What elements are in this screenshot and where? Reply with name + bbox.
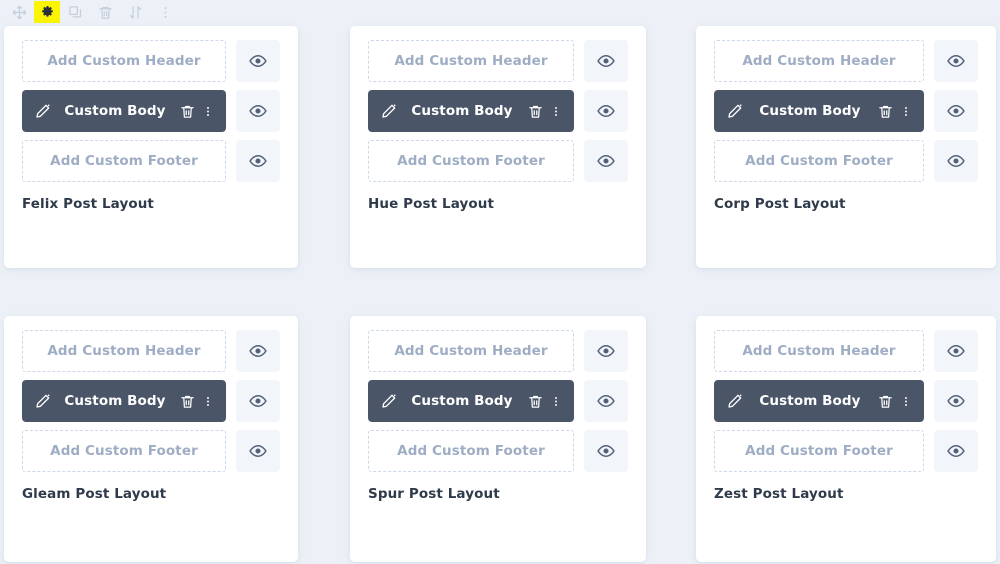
body-slot-row: Custom Body [22, 380, 280, 422]
footer-visibility-toggle[interactable] [934, 140, 978, 182]
pencil-icon[interactable] [726, 392, 744, 410]
delete-body-icon[interactable] [526, 102, 544, 120]
pencil-icon[interactable] [726, 102, 744, 120]
custom-body-label: Custom Body [64, 393, 166, 409]
body-slot-row: Custom Body [714, 380, 978, 422]
delete-body-icon[interactable] [178, 102, 196, 120]
pencil-icon[interactable] [34, 392, 52, 410]
header-slot-row: Add Custom Header [22, 40, 280, 82]
card-title: Corp Post Layout [714, 196, 846, 212]
footer-visibility-toggle[interactable] [584, 140, 628, 182]
body-visibility-toggle[interactable] [934, 380, 978, 422]
body-more-icon[interactable] [202, 102, 214, 120]
body-slot-row: Custom Body [368, 380, 628, 422]
card-title: Zest Post Layout [714, 486, 844, 502]
body-more-icon[interactable] [900, 392, 912, 410]
add-custom-header-button[interactable]: Add Custom Header [22, 40, 226, 82]
footer-visibility-toggle[interactable] [934, 430, 978, 472]
pencil-icon[interactable] [380, 102, 398, 120]
custom-body-slot[interactable]: Custom Body [368, 90, 574, 132]
footer-slot-row: Add Custom Footer [368, 430, 628, 472]
body-visibility-toggle[interactable] [934, 90, 978, 132]
footer-visibility-toggle[interactable] [236, 430, 280, 472]
add-custom-header-button[interactable]: Add Custom Header [714, 40, 924, 82]
layout-card[interactable]: Add Custom Header Custom Body Add Custom… [350, 26, 646, 268]
layout-card[interactable]: Add Custom Header Custom Body Add Custom… [696, 26, 996, 268]
layout-card[interactable]: Add Custom Header Custom Body Add Custom… [696, 316, 996, 562]
custom-body-label: Custom Body [411, 393, 513, 409]
layout-card[interactable]: Add Custom Header Custom Body Add Custom… [350, 316, 646, 562]
body-more-icon[interactable] [550, 102, 562, 120]
card-title: Spur Post Layout [368, 486, 500, 502]
trash-icon[interactable] [90, 1, 120, 23]
card-title: Felix Post Layout [22, 196, 154, 212]
delete-body-icon[interactable] [526, 392, 544, 410]
add-custom-footer-button[interactable]: Add Custom Footer [368, 140, 574, 182]
pencil-icon[interactable] [34, 102, 52, 120]
body-visibility-toggle[interactable] [236, 380, 280, 422]
sort-icon[interactable] [120, 1, 150, 23]
body-visibility-toggle[interactable] [584, 90, 628, 132]
delete-body-icon[interactable] [876, 392, 894, 410]
custom-body-label: Custom Body [759, 103, 861, 119]
add-custom-footer-button[interactable]: Add Custom Footer [22, 430, 226, 472]
layout-card-grid: Add Custom Header Custom Body Add Custom… [0, 24, 1000, 564]
pencil-icon[interactable] [380, 392, 398, 410]
footer-visibility-toggle[interactable] [584, 430, 628, 472]
layout-card[interactable]: Add Custom Header Custom Body Add Custom… [4, 26, 298, 268]
footer-slot-row: Add Custom Footer [22, 430, 280, 472]
custom-body-slot[interactable]: Custom Body [368, 380, 574, 422]
custom-body-slot[interactable]: Custom Body [22, 380, 226, 422]
header-slot-row: Add Custom Header [714, 330, 978, 372]
header-visibility-toggle[interactable] [584, 40, 628, 82]
body-more-icon[interactable] [550, 392, 562, 410]
duplicate-icon[interactable] [60, 1, 90, 23]
move-icon[interactable] [4, 1, 34, 23]
add-custom-footer-button[interactable]: Add Custom Footer [714, 140, 924, 182]
header-slot-row: Add Custom Header [368, 40, 628, 82]
header-slot-row: Add Custom Header [714, 40, 978, 82]
add-custom-footer-button[interactable]: Add Custom Footer [22, 140, 226, 182]
footer-slot-row: Add Custom Footer [714, 140, 978, 182]
header-visibility-toggle[interactable] [236, 330, 280, 372]
header-visibility-toggle[interactable] [934, 40, 978, 82]
body-more-icon[interactable] [900, 102, 912, 120]
header-slot-row: Add Custom Header [22, 330, 280, 372]
gear-icon[interactable] [34, 1, 60, 23]
header-visibility-toggle[interactable] [584, 330, 628, 372]
custom-body-slot[interactable]: Custom Body [22, 90, 226, 132]
delete-body-icon[interactable] [178, 392, 196, 410]
custom-body-slot[interactable]: Custom Body [714, 380, 924, 422]
custom-body-label: Custom Body [64, 103, 166, 119]
body-visibility-toggle[interactable] [236, 90, 280, 132]
custom-body-slot[interactable]: Custom Body [714, 90, 924, 132]
custom-body-label: Custom Body [759, 393, 861, 409]
body-slot-row: Custom Body [714, 90, 978, 132]
header-slot-row: Add Custom Header [368, 330, 628, 372]
footer-slot-row: Add Custom Footer [714, 430, 978, 472]
layout-card[interactable]: Add Custom Header Custom Body Add Custom… [4, 316, 298, 562]
card-title: Gleam Post Layout [22, 486, 167, 502]
body-slot-row: Custom Body [368, 90, 628, 132]
footer-slot-row: Add Custom Footer [22, 140, 280, 182]
add-custom-header-button[interactable]: Add Custom Header [22, 330, 226, 372]
add-custom-header-button[interactable]: Add Custom Header [714, 330, 924, 372]
add-custom-header-button[interactable]: Add Custom Header [368, 40, 574, 82]
add-custom-footer-button[interactable]: Add Custom Footer [368, 430, 574, 472]
footer-visibility-toggle[interactable] [236, 140, 280, 182]
body-slot-row: Custom Body [22, 90, 280, 132]
add-custom-footer-button[interactable]: Add Custom Footer [714, 430, 924, 472]
body-visibility-toggle[interactable] [584, 380, 628, 422]
editor-toolbar [0, 0, 1000, 24]
card-title: Hue Post Layout [368, 196, 495, 212]
footer-slot-row: Add Custom Footer [368, 140, 628, 182]
add-custom-header-button[interactable]: Add Custom Header [368, 330, 574, 372]
body-more-icon[interactable] [202, 392, 214, 410]
delete-body-icon[interactable] [876, 102, 894, 120]
header-visibility-toggle[interactable] [934, 330, 978, 372]
header-visibility-toggle[interactable] [236, 40, 280, 82]
more-icon[interactable] [150, 1, 180, 23]
custom-body-label: Custom Body [411, 103, 513, 119]
